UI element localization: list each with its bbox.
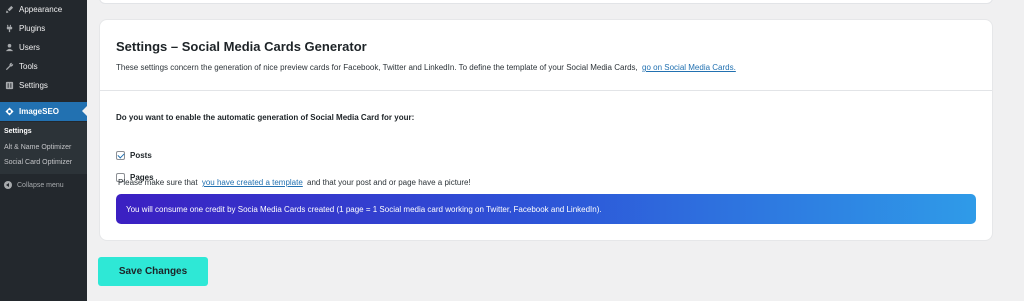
sidebar-item-label: Plugins (19, 24, 46, 33)
collapse-menu-label: Collapse menu (17, 181, 64, 189)
posts-checkbox[interactable] (116, 151, 125, 160)
imageseo-icon (4, 107, 14, 117)
sidebar-item-appearance[interactable]: Appearance (0, 0, 87, 19)
social-media-cards-link[interactable]: go on Social Media Cards. (642, 63, 736, 72)
note-text-after: and that your post and or page have a pi… (307, 178, 471, 187)
collapse-menu-button[interactable]: Collapse menu (0, 178, 87, 192)
imageseo-submenu: Settings Alt & Name Optimizer Social Car… (0, 122, 87, 174)
card-description-text: These settings concern the generation of… (116, 63, 638, 72)
submenu-item-settings[interactable]: Settings (4, 128, 32, 135)
sidebar-item-label: Users (19, 43, 40, 52)
collapse-icon (4, 181, 12, 189)
sidebar-item-users[interactable]: Users (0, 38, 87, 57)
previous-settings-card (99, 0, 993, 4)
sidebar-item-label: ImageSEO (19, 107, 60, 116)
sidebar-item-label: Tools (19, 62, 38, 71)
sidebar-item-label: Settings (19, 81, 48, 90)
paintbrush-icon (4, 5, 14, 15)
credit-info-banner: You will consume one credit by Socia Med… (116, 194, 976, 224)
sidebar-item-imageseo[interactable]: ImageSEO (0, 102, 87, 121)
enable-question: Do you want to enable the automatic gene… (116, 113, 415, 122)
posts-option[interactable]: Posts (116, 151, 152, 160)
sidebar-item-tools[interactable]: Tools (0, 57, 87, 76)
save-changes-button[interactable]: Save Changes (98, 257, 208, 286)
social-media-cards-settings-card: Settings – Social Media Cards Generator … (99, 19, 993, 241)
submenu-item-alt-name-optimizer[interactable]: Alt & Name Optimizer (4, 144, 71, 151)
card-description: These settings concern the generation of… (116, 63, 736, 72)
divider (100, 90, 992, 91)
settings-icon (4, 81, 14, 91)
sidebar-item-settings[interactable]: Settings (0, 76, 87, 95)
credit-info-text: You will consume one credit by Socia Med… (126, 204, 602, 214)
note-text-before: Please make sure that (118, 178, 198, 187)
sidebar-item-label: Appearance (19, 5, 63, 14)
active-indicator (82, 106, 87, 116)
wrench-icon (4, 62, 14, 72)
card-title: Settings – Social Media Cards Generator (116, 39, 367, 54)
template-note: Please make sure that you have created a… (116, 178, 471, 187)
sidebar-item-plugins[interactable]: Plugins (0, 19, 87, 38)
create-template-link[interactable]: you have created a template (202, 178, 303, 187)
posts-label: Posts (130, 151, 152, 160)
admin-sidebar: Appearance Plugins Users Tools Settings … (0, 0, 87, 301)
users-icon (4, 43, 14, 53)
plug-icon (4, 24, 14, 34)
submenu-item-social-card-optimizer[interactable]: Social Card Optimizer (4, 159, 72, 166)
